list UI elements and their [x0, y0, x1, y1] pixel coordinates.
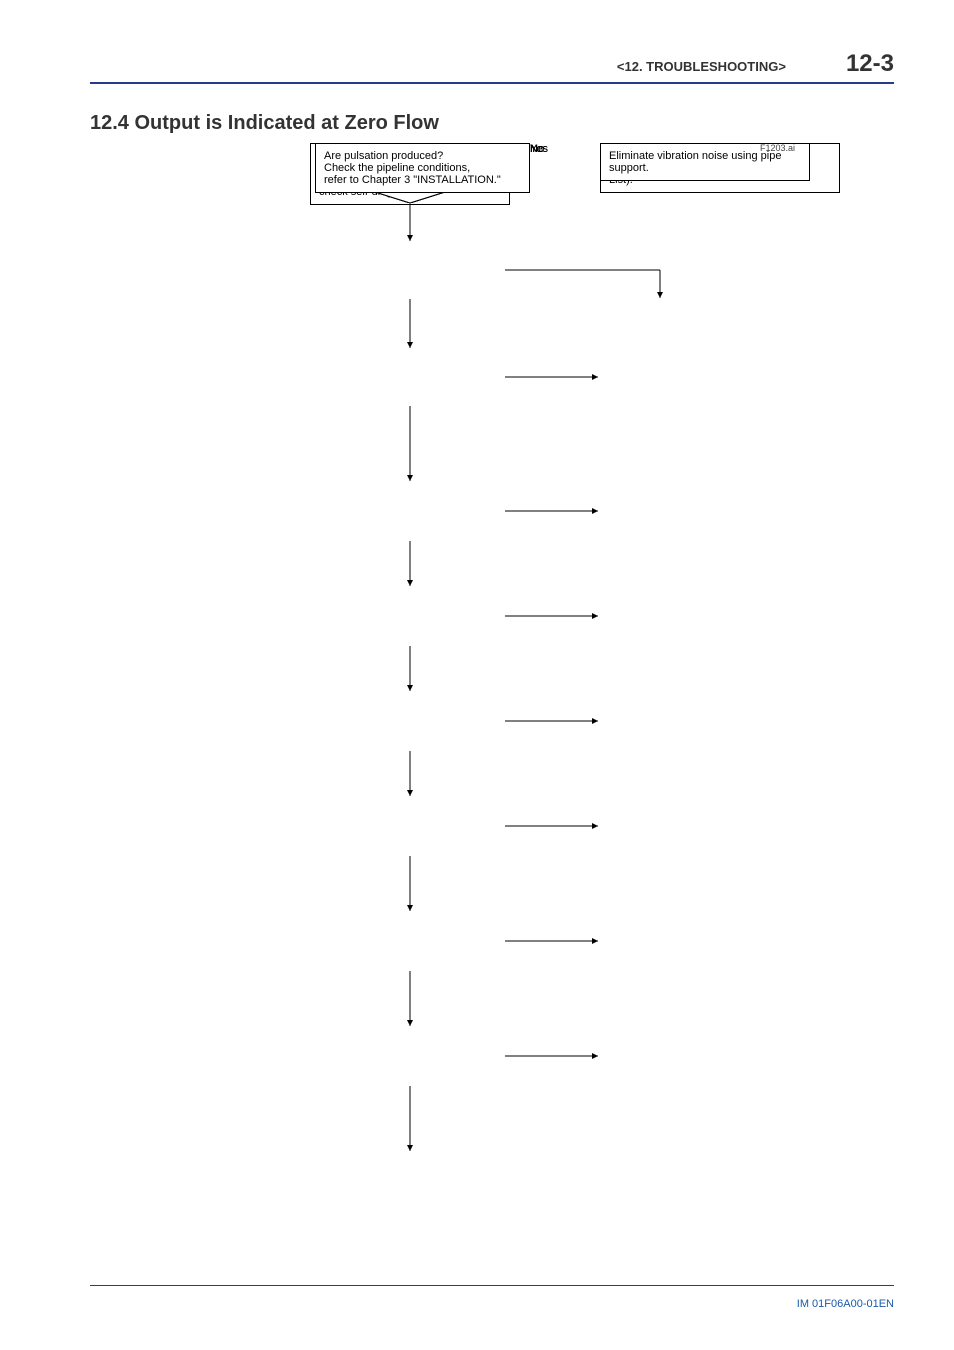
flowchart: • If a built-in indicator is attached, c…: [200, 143, 920, 1273]
footer-rule: [90, 1285, 894, 1286]
end-box: Are pulsation produced? Check the pipeli…: [315, 143, 530, 193]
header-section: <12. TROUBLESHOOTING>: [617, 59, 786, 74]
header-page: 12-3: [846, 50, 894, 78]
label-yes-8: Yes: [530, 143, 548, 155]
figure-ref: F1203.ai: [760, 143, 795, 153]
footer-doc-id: IM 01F06A00-01EN: [797, 1298, 894, 1310]
page-title: 12.4 Output is Indicated at Zero Flow: [90, 112, 894, 135]
